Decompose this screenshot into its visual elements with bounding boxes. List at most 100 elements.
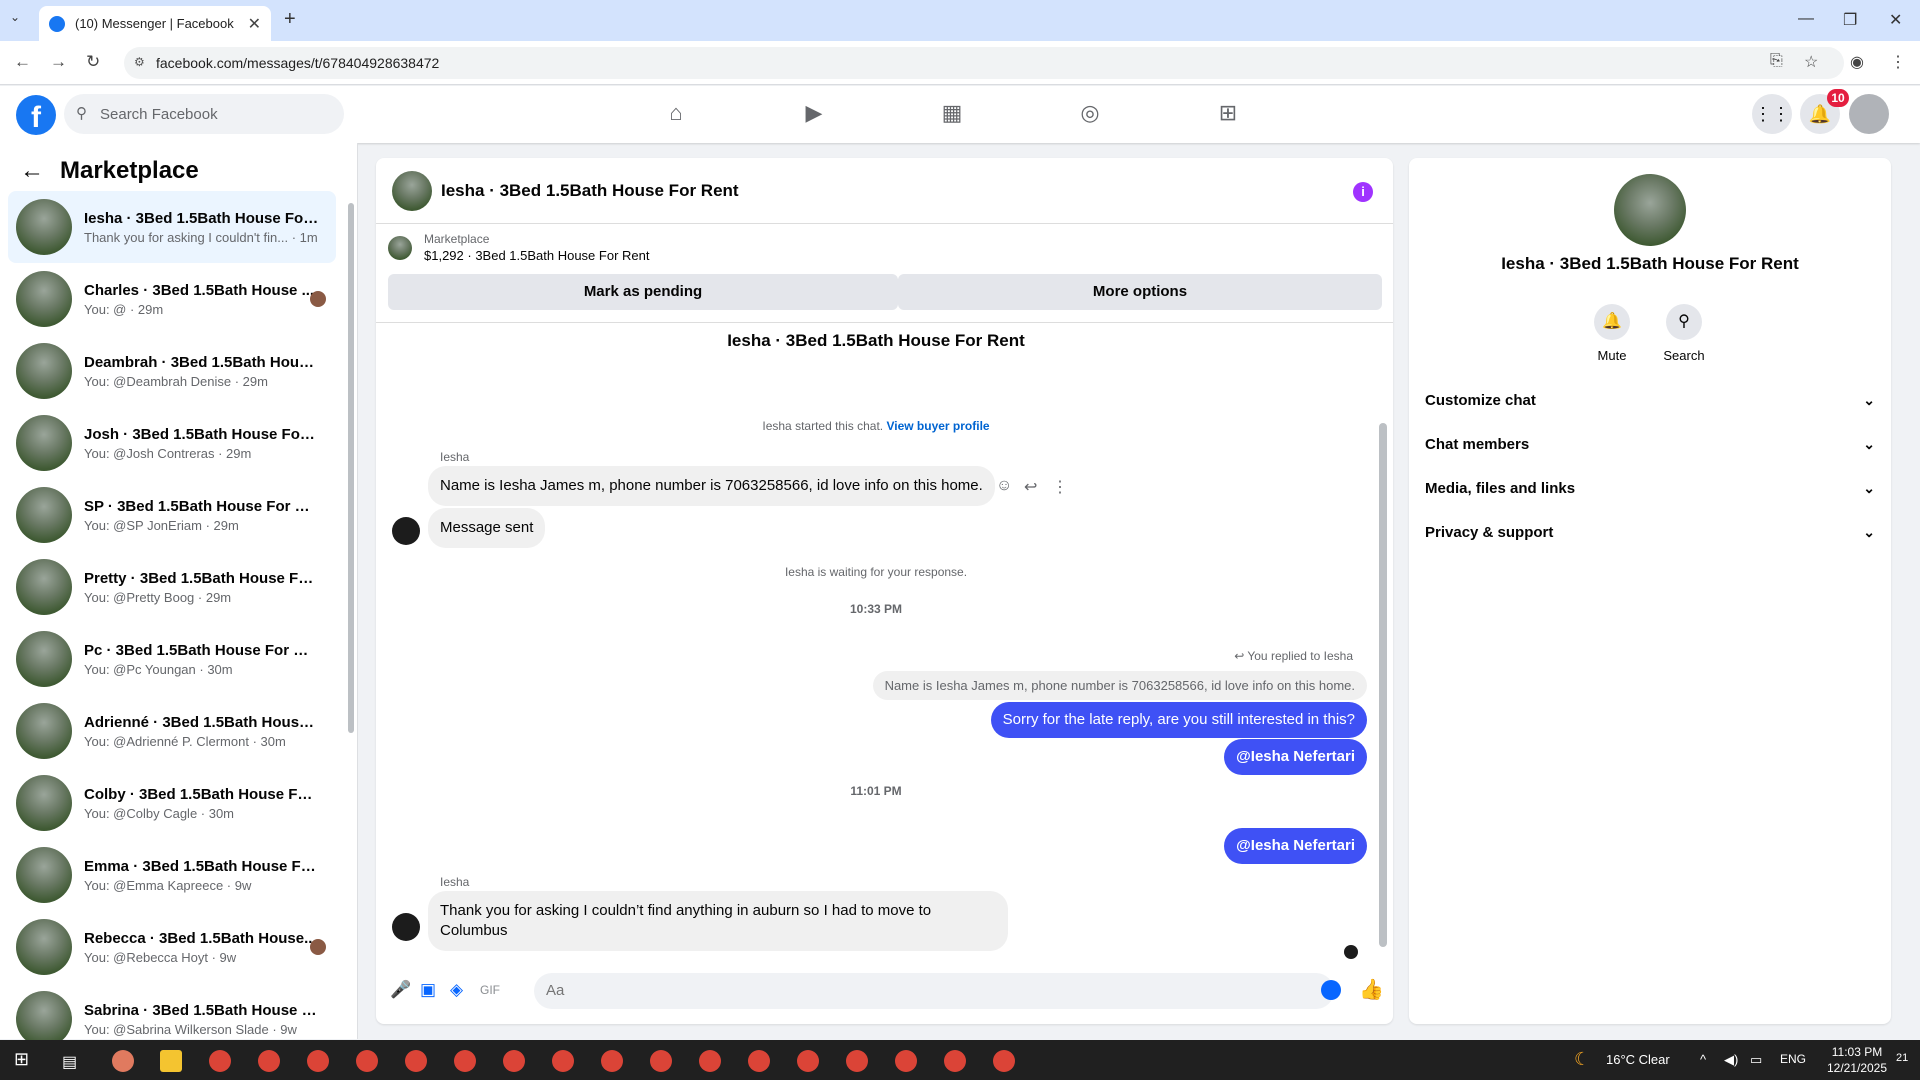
conversation-item[interactable]: Rebecca · 3Bed 1.5Bath House... You: @Reb… [8, 911, 336, 983]
chat-title[interactable]: Iesha · 3Bed 1.5Bath House For Rent [441, 181, 739, 201]
chrome-icon[interactable] [601, 1050, 623, 1072]
message-input[interactable] [534, 973, 1334, 1009]
forward-icon[interactable]: → [50, 52, 67, 72]
chrome-icon[interactable] [944, 1050, 966, 1072]
chrome-icon[interactable] [405, 1050, 427, 1072]
chrome-icon[interactable] [650, 1050, 672, 1072]
tab-search-icon[interactable]: ⌄ [10, 10, 20, 24]
chrome-icon[interactable] [258, 1050, 280, 1072]
sticker-icon[interactable]: ◈ [450, 980, 463, 1000]
menu-kebab-icon[interactable]: ⋮ [1890, 52, 1906, 72]
gaming-icon[interactable]: ⊞ [1212, 100, 1244, 130]
chrome-icon[interactable] [993, 1050, 1015, 1072]
listing-summary[interactable]: Marketplace $1,292 · 3Bed 1.5Bath House … [388, 232, 649, 263]
install-icon[interactable]: ⎘ [1770, 52, 1783, 70]
back-arrow-icon[interactable]: ← [20, 157, 44, 185]
close-tab-icon[interactable]: ✕ [248, 14, 261, 34]
incoming-message[interactable]: Message sent [428, 508, 546, 548]
info-icon[interactable]: i [1353, 182, 1373, 202]
conversation-item[interactable]: Charles · 3Bed 1.5Bath House ... You: @ ·… [8, 263, 336, 335]
reply-icon[interactable]: ↩ [1024, 477, 1037, 497]
network-icon[interactable]: ▭ [1750, 1052, 1762, 1068]
search-input[interactable]: ⚲ Search Facebook [64, 94, 344, 134]
app-icon[interactable] [112, 1050, 134, 1072]
microphone-icon[interactable]: 🎤 [390, 980, 411, 1000]
privacy-support-item[interactable]: Privacy & support ⌄ [1425, 514, 1875, 550]
bookmark-star-icon[interactable]: ☆ [1804, 52, 1818, 72]
media-files-item[interactable]: Media, files and links ⌄ [1425, 470, 1875, 506]
video-icon[interactable]: ▶ [798, 100, 830, 130]
start-icon[interactable]: ⊞ [14, 1049, 29, 1070]
conversation-item[interactable]: Pretty · 3Bed 1.5Bath House For ... You: … [8, 551, 336, 623]
chrome-icon[interactable] [797, 1050, 819, 1072]
chrome-icon[interactable] [552, 1050, 574, 1072]
sidebar-scrollbar[interactable] [348, 203, 354, 733]
new-tab-icon[interactable]: + [284, 8, 296, 31]
more-options-button[interactable]: More options [898, 274, 1382, 310]
chat-members-item[interactable]: Chat members ⌄ [1425, 426, 1875, 462]
photo-icon[interactable]: ▣ [420, 980, 436, 1000]
home-icon[interactable]: ⌂ [660, 100, 692, 130]
chrome-icon[interactable] [454, 1050, 476, 1072]
minimize-icon[interactable]: — [1798, 10, 1814, 28]
chrome-icon[interactable] [503, 1050, 525, 1072]
chrome-icon[interactable] [699, 1050, 721, 1072]
menu-grid-icon[interactable]: ⋮⋮ [1752, 94, 1792, 134]
view-buyer-profile-link[interactable]: View buyer profile [886, 419, 989, 433]
profile-icon[interactable]: ◉ [1850, 52, 1864, 72]
thread-scrollbar[interactable] [1379, 423, 1387, 947]
restore-icon[interactable]: ❐ [1843, 10, 1857, 30]
incoming-message[interactable]: Name is Iesha James m, phone number is 7… [428, 466, 995, 506]
language-indicator[interactable]: ENG [1780, 1052, 1806, 1066]
conversation-item[interactable]: Iesha · 3Bed 1.5Bath House For ... Thank … [8, 191, 336, 263]
weather-text[interactable]: 16°C Clear [1606, 1052, 1670, 1067]
task-view-icon[interactable]: ▤ [62, 1052, 77, 1072]
incoming-message[interactable]: Thank you for asking I couldn’t find any… [428, 891, 1008, 951]
account-avatar[interactable] [1849, 94, 1889, 134]
conversation-item[interactable]: Deambrah · 3Bed 1.5Bath House... You: @De… [8, 335, 336, 407]
react-icon[interactable]: ☺ [996, 477, 1012, 495]
sender-avatar[interactable] [392, 517, 420, 545]
conversation-item[interactable]: Colby · 3Bed 1.5Bath House For ... You: @… [8, 767, 336, 839]
chrome-icon[interactable] [209, 1050, 231, 1072]
tray-chevron-icon[interactable]: ^ [1700, 1052, 1706, 1067]
emoji-icon[interactable] [1321, 980, 1341, 1000]
chrome-icon[interactable] [846, 1050, 868, 1072]
outgoing-message[interactable]: @Iesha Nefertari [1224, 739, 1367, 775]
marketplace-icon[interactable]: ▦ [936, 100, 968, 130]
volume-icon[interactable]: ◀) [1724, 1052, 1738, 1068]
back-icon[interactable]: ← [14, 52, 31, 72]
chrome-icon[interactable] [895, 1050, 917, 1072]
groups-icon[interactable]: ◎ [1074, 100, 1106, 130]
search-button[interactable]: ⚲ Search [1654, 304, 1714, 363]
outgoing-message[interactable]: @Iesha Nefertari [1224, 828, 1367, 864]
conversation-item[interactable]: Pc · 3Bed 1.5Bath House For Rent You: @Pc… [8, 623, 336, 695]
browser-tab[interactable]: (10) Messenger | Facebook ✕ [39, 6, 271, 41]
outgoing-message[interactable]: Sorry for the late reply, are you still … [990, 702, 1367, 738]
chrome-icon[interactable] [356, 1050, 378, 1072]
more-icon[interactable]: ⋮ [1052, 477, 1068, 497]
notification-center-icon[interactable]: 21 [1896, 1052, 1908, 1064]
site-info-icon[interactable]: ⚙ [134, 55, 145, 69]
chrome-icon[interactable] [307, 1050, 329, 1072]
clock[interactable]: 11:03 PM 12/21/2025 [1820, 1044, 1894, 1076]
chrome-icon[interactable] [748, 1050, 770, 1072]
quoted-message[interactable]: Name is Iesha James m, phone number is 7… [872, 671, 1367, 700]
customize-chat-item[interactable]: Customize chat ⌄ [1425, 382, 1875, 418]
file-explorer-icon[interactable] [160, 1050, 182, 1072]
listing-photo[interactable] [1614, 174, 1686, 246]
conversation-item[interactable]: Josh · 3Bed 1.5Bath House For R... You: @… [8, 407, 336, 479]
chat-thumbnail[interactable] [392, 170, 432, 211]
close-window-icon[interactable]: ✕ [1889, 10, 1902, 30]
reload-icon[interactable]: ↻ [86, 52, 100, 72]
url-bar[interactable]: ⚙ facebook.com/messages/t/67840492863847… [124, 47, 1844, 79]
gif-icon[interactable]: GIF [480, 983, 500, 997]
facebook-logo-icon[interactable]: f [16, 95, 56, 135]
conversation-item[interactable]: Adrienné · 3Bed 1.5Bath House F... You: @… [8, 695, 336, 767]
sender-avatar[interactable] [392, 913, 420, 941]
like-thumb-icon[interactable]: 👍 [1359, 977, 1384, 1002]
conversation-item[interactable]: SP · 3Bed 1.5Bath House For Rent You: @SP… [8, 479, 336, 551]
mark-as-pending-button[interactable]: Mark as pending [388, 274, 898, 310]
mute-button[interactable]: 🔔 Mute [1582, 304, 1642, 363]
conversation-item[interactable]: Emma · 3Bed 1.5Bath House For ... You: @E… [8, 839, 336, 911]
